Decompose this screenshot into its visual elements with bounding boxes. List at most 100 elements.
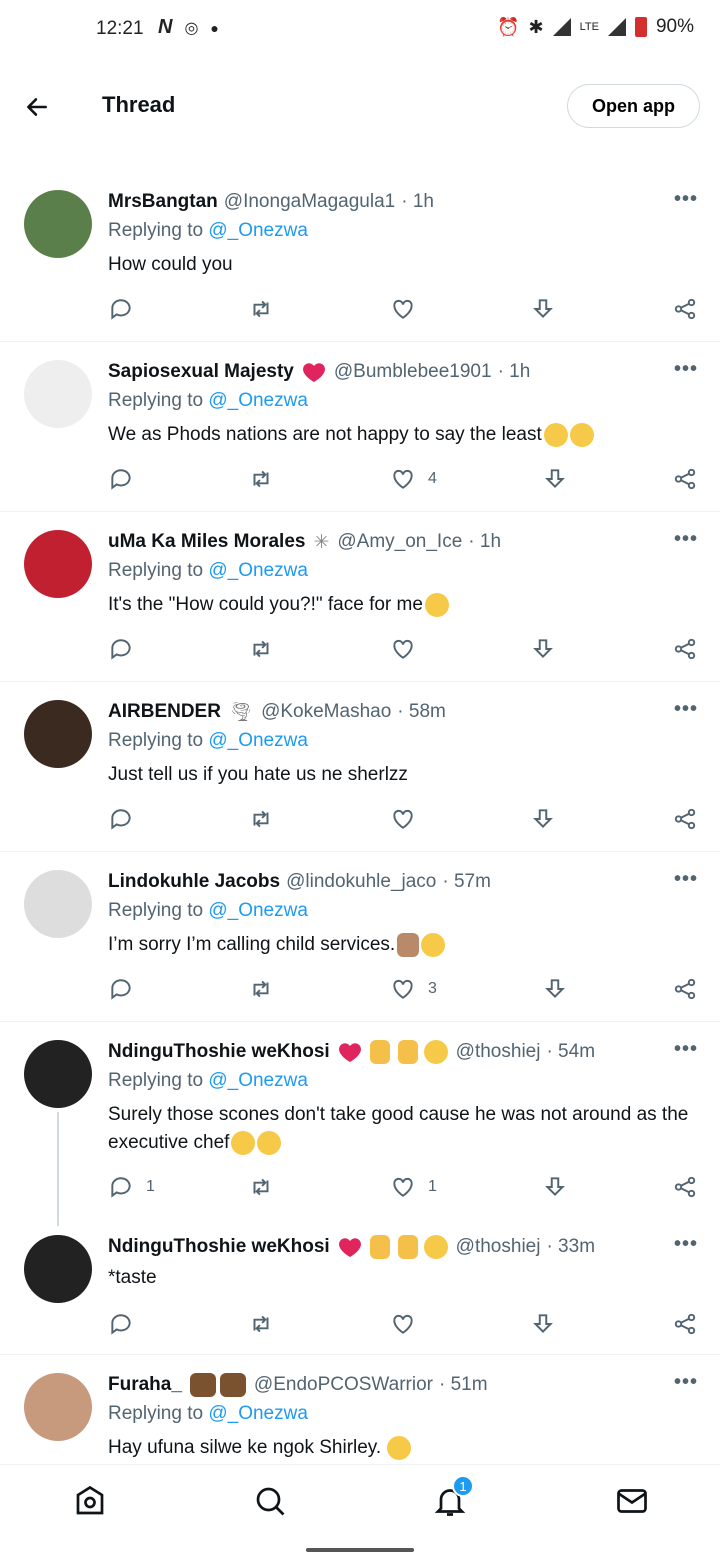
downvote-icon — [545, 1177, 565, 1196]
reply-button[interactable] — [108, 636, 146, 662]
tweet[interactable]: Sapiosexual Majesty @Bumblebee1901 · 1h … — [0, 342, 720, 512]
author-name[interactable]: Lindokuhle Jacobs — [108, 871, 280, 893]
author-name[interactable]: NdinguThoshie weKhosi — [108, 1041, 330, 1063]
mention-link[interactable]: @_Onezwa — [208, 220, 308, 241]
avatar[interactable] — [24, 190, 92, 258]
retweet-button[interactable] — [248, 806, 286, 832]
mention-link[interactable]: @_Onezwa — [208, 390, 308, 411]
more-options-icon[interactable]: ••• — [674, 698, 698, 721]
like-count: 3 — [428, 980, 437, 997]
share-button[interactable] — [672, 296, 698, 322]
share-button[interactable] — [672, 466, 698, 492]
avatar[interactable] — [24, 360, 92, 428]
downvote-button[interactable] — [530, 296, 556, 322]
share-button[interactable] — [672, 1174, 698, 1200]
mention-link[interactable]: @_Onezwa — [208, 1070, 308, 1091]
retweet-button[interactable] — [248, 636, 286, 662]
author-name[interactable]: AIRBENDER — [108, 701, 221, 723]
dot-icon: ● — [210, 19, 219, 36]
retweet-button[interactable] — [248, 466, 286, 492]
more-options-icon[interactable]: ••• — [674, 528, 698, 551]
share-button[interactable] — [672, 976, 698, 1002]
downvote-button[interactable] — [530, 806, 556, 832]
author-handle[interactable]: @EndoPCOSWarrior — [254, 1374, 433, 1396]
like-icon — [393, 1314, 413, 1334]
mention-link[interactable]: @_Onezwa — [208, 1403, 308, 1424]
downvote-button[interactable] — [530, 636, 556, 662]
downvote-button[interactable] — [542, 976, 568, 1002]
author-handle[interactable]: @thoshiej — [456, 1041, 541, 1063]
tweet[interactable]: Furaha_ @EndoPCOSWarrior · 51m ••• Reply… — [0, 1355, 720, 1475]
home-icon[interactable] — [72, 1483, 108, 1519]
open-app-button[interactable]: Open app — [566, 84, 700, 128]
downvote-button[interactable] — [542, 466, 568, 492]
share-button[interactable] — [672, 1311, 698, 1337]
like-button[interactable] — [390, 636, 428, 662]
retweet-icon — [253, 1178, 269, 1196]
more-options-icon[interactable]: ••• — [674, 1371, 698, 1394]
reply-icon — [111, 1314, 131, 1335]
replying-to: Replying to @_Onezwa — [108, 560, 698, 588]
author-handle[interactable]: @Bumblebee1901 — [334, 361, 492, 383]
retweet-button[interactable] — [248, 1311, 286, 1337]
reply-button[interactable] — [108, 1311, 146, 1337]
author-handle[interactable]: @lindokuhle_jaco — [286, 871, 436, 893]
reply-button[interactable] — [108, 806, 146, 832]
retweet-button[interactable] — [248, 1174, 286, 1200]
reply-button[interactable]: 1 — [108, 1174, 155, 1200]
mention-link[interactable]: @_Onezwa — [208, 730, 308, 751]
search-icon[interactable] — [252, 1483, 288, 1519]
messages-icon[interactable] — [614, 1483, 650, 1519]
avatar[interactable] — [24, 870, 92, 938]
like-button[interactable]: 4 — [390, 466, 437, 492]
avatar[interactable] — [24, 1373, 92, 1441]
retweet-button[interactable] — [248, 976, 286, 1002]
tweet[interactable]: Lindokuhle Jacobs @lindokuhle_jaco · 57m… — [0, 852, 720, 1022]
more-options-icon[interactable]: ••• — [674, 1233, 698, 1256]
like-button[interactable] — [390, 806, 428, 832]
share-button[interactable] — [672, 636, 698, 662]
author-name[interactable]: Furaha_ — [108, 1374, 182, 1396]
mention-link[interactable]: @_Onezwa — [208, 560, 308, 581]
author-name[interactable]: MrsBangtan — [108, 191, 218, 213]
like-button[interactable] — [390, 296, 428, 322]
more-options-icon[interactable]: ••• — [674, 868, 698, 891]
avatar[interactable] — [24, 1040, 92, 1108]
reply-icon — [111, 639, 131, 660]
downvote-button[interactable] — [542, 1174, 568, 1200]
tweet[interactable]: AIRBENDER 🌪 @KokeMashao · 58m ••• Replyin… — [0, 682, 720, 852]
like-button[interactable]: 1 — [390, 1174, 437, 1200]
gesture-bar[interactable] — [306, 1548, 414, 1552]
reply-icon — [111, 299, 131, 320]
bottom-navigation: 1 — [0, 1464, 720, 1560]
author-name[interactable]: Sapiosexual Majesty — [108, 361, 294, 383]
tweet[interactable]: NdinguThoshie weKhosi @thoshiej · 54m ••… — [0, 1022, 720, 1217]
avatar[interactable] — [24, 1235, 92, 1303]
more-options-icon[interactable]: ••• — [674, 188, 698, 211]
author-handle[interactable]: @thoshiej — [456, 1236, 541, 1258]
retweet-button[interactable] — [248, 296, 286, 322]
avatar[interactable] — [24, 530, 92, 598]
mention-link[interactable]: @_Onezwa — [208, 900, 308, 921]
arrow-left-icon[interactable] — [24, 94, 50, 120]
reply-button[interactable] — [108, 296, 146, 322]
more-options-icon[interactable]: ••• — [674, 358, 698, 381]
tweet[interactable]: uMa Ka Miles Morales ✳ @Amy_on_Ice · 1h •… — [0, 512, 720, 682]
laughing-tears-emoji-icon — [424, 592, 449, 617]
tweet[interactable]: NdinguThoshie weKhosi @thoshiej · 33m ••… — [0, 1217, 720, 1355]
author-name[interactable]: uMa Ka Miles Morales — [108, 531, 305, 553]
avatar[interactable] — [24, 700, 92, 768]
reply-button[interactable] — [108, 466, 146, 492]
author-name[interactable]: NdinguThoshie weKhosi — [108, 1236, 330, 1258]
like-button[interactable]: 3 — [390, 976, 437, 1002]
reply-button[interactable] — [108, 976, 146, 1002]
downvote-button[interactable] — [530, 1311, 556, 1337]
share-button[interactable] — [672, 806, 698, 832]
author-handle[interactable]: @InongaMagagula1 — [224, 191, 395, 213]
alarm-icon: ⏰ — [497, 16, 520, 37]
like-button[interactable] — [390, 1311, 428, 1337]
author-handle[interactable]: @KokeMashao — [261, 701, 391, 723]
more-options-icon[interactable]: ••• — [674, 1038, 698, 1061]
author-handle[interactable]: @Amy_on_Ice — [337, 531, 462, 553]
tweet[interactable]: MrsBangtan @InongaMagagula1 · 1h ••• Rep… — [0, 172, 720, 342]
